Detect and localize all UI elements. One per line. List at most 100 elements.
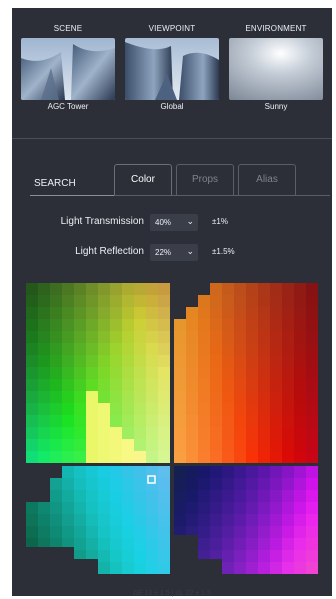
color-swatch[interactable] <box>210 307 222 319</box>
color-swatch[interactable] <box>74 295 86 307</box>
color-swatch[interactable] <box>270 343 282 355</box>
color-swatch[interactable] <box>122 319 134 331</box>
color-swatch[interactable] <box>50 451 62 463</box>
color-swatch[interactable] <box>62 466 74 478</box>
color-swatch[interactable] <box>86 439 98 451</box>
color-swatch[interactable] <box>110 367 122 379</box>
color-swatch[interactable] <box>50 331 62 343</box>
color-swatch[interactable] <box>222 367 234 379</box>
color-swatch[interactable] <box>74 355 86 367</box>
color-swatch[interactable] <box>74 319 86 331</box>
color-swatch[interactable] <box>270 514 282 526</box>
color-swatch[interactable] <box>270 502 282 514</box>
color-swatch[interactable] <box>174 439 186 451</box>
color-swatch[interactable] <box>234 550 246 562</box>
color-swatch[interactable] <box>38 415 50 427</box>
color-swatch[interactable] <box>270 379 282 391</box>
color-swatch[interactable] <box>282 319 294 331</box>
color-swatch[interactable] <box>158 403 170 415</box>
color-swatch[interactable] <box>134 562 146 574</box>
color-swatch[interactable] <box>270 403 282 415</box>
color-swatch[interactable] <box>50 478 62 490</box>
color-swatch[interactable] <box>158 367 170 379</box>
color-swatch[interactable] <box>210 391 222 403</box>
color-swatch[interactable] <box>134 319 146 331</box>
color-swatch[interactable] <box>38 295 50 307</box>
color-swatch[interactable] <box>186 319 198 331</box>
color-swatch[interactable] <box>258 367 270 379</box>
color-swatch[interactable] <box>210 343 222 355</box>
color-swatch[interactable] <box>282 379 294 391</box>
color-swatch[interactable] <box>270 367 282 379</box>
color-swatch[interactable] <box>258 439 270 451</box>
color-swatch[interactable] <box>246 391 258 403</box>
color-swatch[interactable] <box>146 415 158 427</box>
color-swatch[interactable] <box>306 367 318 379</box>
color-swatch[interactable] <box>86 502 98 514</box>
color-swatch[interactable] <box>222 502 234 514</box>
color-swatch[interactable] <box>294 367 306 379</box>
color-swatch[interactable] <box>38 331 50 343</box>
color-swatch[interactable] <box>306 391 318 403</box>
color-swatch[interactable] <box>158 391 170 403</box>
color-swatch[interactable] <box>146 391 158 403</box>
color-swatch[interactable] <box>270 307 282 319</box>
color-swatch[interactable] <box>134 526 146 538</box>
color-swatch[interactable] <box>74 283 86 295</box>
color-swatch[interactable] <box>222 451 234 463</box>
color-swatch[interactable] <box>158 283 170 295</box>
color-swatch[interactable] <box>246 526 258 538</box>
color-swatch[interactable] <box>210 331 222 343</box>
color-swatch[interactable] <box>74 502 86 514</box>
color-swatch[interactable] <box>110 439 122 451</box>
color-swatch[interactable] <box>234 391 246 403</box>
color-swatch[interactable] <box>134 283 146 295</box>
environment-thumbnail[interactable] <box>229 38 323 100</box>
color-swatch[interactable] <box>258 295 270 307</box>
color-swatch[interactable] <box>186 490 198 502</box>
color-swatch[interactable] <box>246 538 258 550</box>
color-swatch[interactable] <box>122 355 134 367</box>
color-swatch[interactable] <box>146 526 158 538</box>
color-swatch[interactable] <box>174 403 186 415</box>
color-swatch[interactable] <box>282 391 294 403</box>
color-swatch[interactable] <box>258 391 270 403</box>
color-swatch[interactable] <box>62 502 74 514</box>
color-swatch[interactable] <box>174 319 186 331</box>
color-swatch[interactable] <box>110 355 122 367</box>
scene-selector[interactable]: SCENE AGC Tower <box>20 22 116 114</box>
color-swatch[interactable] <box>134 490 146 502</box>
color-swatch[interactable] <box>26 331 38 343</box>
color-swatch[interactable] <box>198 355 210 367</box>
color-swatch[interactable] <box>294 343 306 355</box>
color-swatch[interactable] <box>158 502 170 514</box>
color-swatch[interactable] <box>294 403 306 415</box>
color-swatch[interactable] <box>38 319 50 331</box>
color-swatch[interactable] <box>122 478 134 490</box>
color-swatch[interactable] <box>306 526 318 538</box>
color-swatch[interactable] <box>86 367 98 379</box>
color-swatch[interactable] <box>134 331 146 343</box>
color-swatch[interactable] <box>26 526 38 538</box>
color-swatch[interactable] <box>62 307 74 319</box>
color-swatch[interactable] <box>246 415 258 427</box>
scene-thumbnail[interactable] <box>21 38 115 100</box>
color-swatch[interactable] <box>98 562 110 574</box>
color-swatch[interactable] <box>198 526 210 538</box>
color-swatch[interactable] <box>62 379 74 391</box>
color-swatch[interactable] <box>282 538 294 550</box>
color-swatch[interactable] <box>186 427 198 439</box>
color-swatch[interactable] <box>258 307 270 319</box>
color-swatch[interactable] <box>270 415 282 427</box>
color-swatch[interactable] <box>86 295 98 307</box>
color-swatch[interactable] <box>74 526 86 538</box>
color-swatch[interactable] <box>38 403 50 415</box>
color-swatch[interactable] <box>146 439 158 451</box>
color-swatch[interactable] <box>86 331 98 343</box>
color-swatch[interactable] <box>210 415 222 427</box>
color-swatch[interactable] <box>222 343 234 355</box>
color-swatch[interactable] <box>198 478 210 490</box>
color-swatch[interactable] <box>234 478 246 490</box>
color-swatch[interactable] <box>86 466 98 478</box>
color-swatch[interactable] <box>50 415 62 427</box>
